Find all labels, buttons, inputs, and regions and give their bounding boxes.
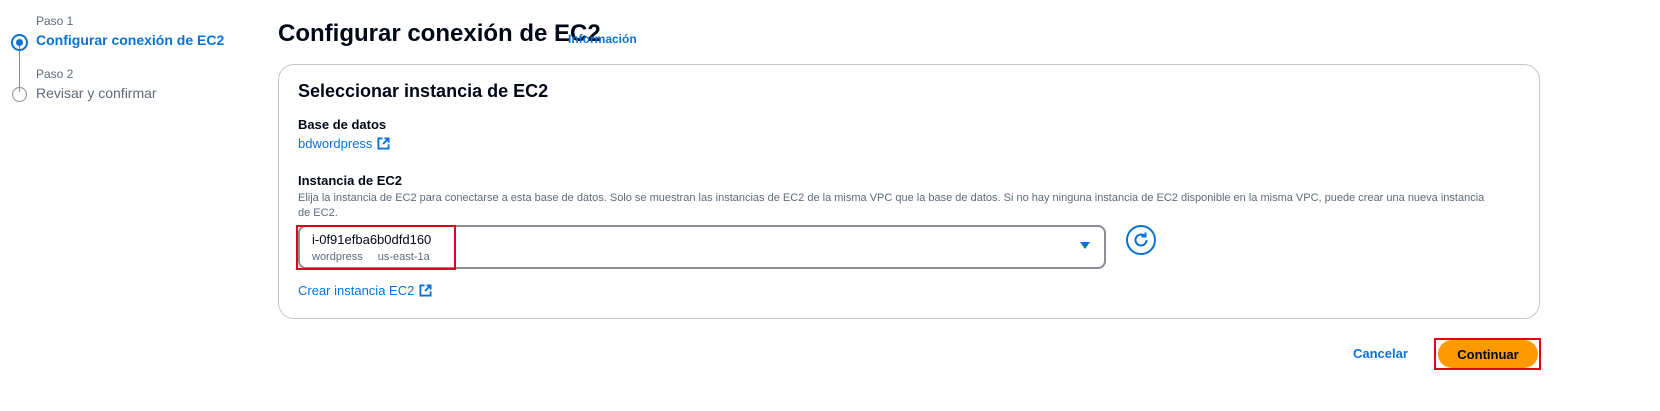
info-link[interactable]: Información	[568, 32, 637, 46]
database-link[interactable]: bdwordpress	[298, 136, 390, 151]
refresh-icon	[1134, 232, 1148, 247]
continue-button[interactable]: Continuar	[1438, 340, 1538, 368]
page-title: Configurar conexión de EC2	[278, 20, 601, 47]
select-instance-container: Seleccionar instancia de EC2 Base de dat…	[278, 64, 1540, 319]
step-number: Paso 1	[36, 14, 74, 28]
container-title: Seleccionar instancia de EC2	[298, 81, 549, 101]
step-title: Revisar y confirmar	[36, 85, 157, 101]
wizard-stepper: Paso 1 Configurar conexión de EC2 Paso 2…	[10, 12, 240, 122]
stepper-connector	[19, 46, 20, 92]
ec2-instance-label: Instancia de EC2	[298, 173, 403, 188]
create-ec2-link-text: Crear instancia EC2	[298, 283, 415, 298]
create-ec2-link[interactable]: Crear instancia EC2	[298, 283, 432, 298]
instance-tag-zone: us-east-1a	[377, 251, 430, 263]
ec2-instance-select[interactable]: i-0f91efba6b0dfd160 wordpress us-east-1a	[298, 225, 1106, 269]
caret-down-icon	[1080, 242, 1090, 249]
ec2-instance-description: Elija la instancia de EC2 para conectars…	[298, 192, 1485, 219]
database-link-text: bdwordpress	[298, 136, 373, 151]
instance-tags: wordpress us-east-1a	[312, 251, 430, 263]
database-label: Base de datos	[298, 117, 387, 132]
instance-tag-name: wordpress	[312, 251, 363, 263]
external-link-icon	[377, 137, 390, 150]
selected-instance-id: i-0f91efba6b0dfd160	[312, 232, 432, 247]
cancel-button[interactable]: Cancelar	[1353, 346, 1408, 361]
refresh-button[interactable]	[1126, 225, 1156, 255]
external-link-icon	[419, 284, 432, 297]
step-number: Paso 2	[36, 67, 74, 81]
inactive-step-icon	[12, 87, 27, 102]
step-title[interactable]: Configurar conexión de EC2	[36, 32, 224, 48]
active-step-icon	[11, 34, 28, 51]
